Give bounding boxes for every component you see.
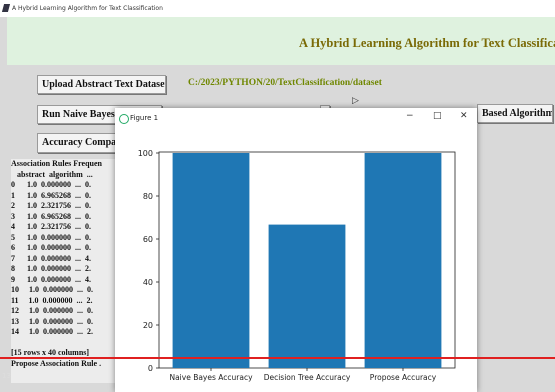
y-tick-label: 40 (143, 278, 153, 287)
output-line: 10 1.0 0.000000 ... 0. (11, 285, 93, 294)
mouse-cursor-icon: ▷ (352, 96, 359, 106)
accuracy-bar-chart: 0 20 40 60 80 100 Naive Bayes Accuracy Decision… (138, 149, 456, 382)
maximize-icon[interactable]: □ (433, 111, 442, 121)
y-tick-label: 60 (143, 235, 153, 244)
association-rule-button[interactable]: Based Algorithm (477, 104, 553, 123)
output-line: 0 1.0 0.000000 ... 0. (11, 180, 91, 189)
close-icon[interactable]: ✕ (460, 111, 468, 121)
dataset-path-label: C:/2023/PYTHON/20/TextClassification/dat… (188, 78, 382, 88)
accuracy-comparison-button[interactable]: Accuracy Compar (37, 133, 123, 153)
bar (364, 153, 442, 368)
feather-icon (1, 4, 11, 12)
output-text-area[interactable]: Association Rules Frequen abstract algor… (11, 159, 119, 383)
output-line: 7 1.0 0.000000 ... 4. (11, 253, 91, 263)
bar (268, 224, 346, 368)
output-line: 8 1.0 0.000000 ... 2. (11, 264, 91, 273)
header-banner: A Hybrid Learning Algorithm for Text Cla… (7, 17, 555, 65)
bar (172, 153, 250, 368)
window-titlebar: A Hybrid Learning Algorithm for Text Cla… (0, 0, 555, 17)
page-title: A Hybrid Learning Algorithm for Text Cla… (299, 36, 555, 50)
output-line: 2 1.0 2.321756 ... 0. (11, 201, 91, 210)
output-line: 4 1.0 2.321756 ... 0. (11, 222, 91, 231)
y-tick-label: 100 (138, 149, 153, 158)
output-line: 3 1.0 6.965268 ... 0. (11, 211, 91, 221)
y-tick-label: 20 (143, 321, 153, 330)
output-line: abstract algorithm ... (11, 169, 93, 179)
upload-dataset-button[interactable]: Upload Abstract Text Dataset (37, 75, 166, 94)
x-tick-label: Propose Accuracy (370, 373, 437, 382)
minimize-icon[interactable]: − (406, 111, 414, 121)
output-line: 13 1.0 0.000000 ... 0. (11, 316, 93, 326)
video-timestamp: 13 (2, 372, 11, 380)
output-line: 11 1.0 0.000000 ... 2. (11, 295, 93, 305)
output-line: 5 1.0 0.000000 ... 0. (11, 232, 91, 242)
output-line: Association Rules Frequen (11, 159, 102, 168)
output-line: Propose Association Rule . (11, 358, 102, 368)
figure-window: Figure 1 − □ ✕ 0 20 40 60 80 100 Naive Bayes A… (115, 108, 477, 392)
output-line: 14 1.0 0.000000 ... 2. (11, 327, 93, 336)
window-title: A Hybrid Learning Algorithm for Text Cla… (12, 5, 163, 12)
output-line: 9 1.0 0.000000 ... 4. (11, 274, 91, 284)
y-tick-label: 0 (148, 364, 153, 373)
x-tick-label: Naive Bayes Accuracy (169, 373, 253, 382)
output-line: 1 1.0 6.965268 ... 0. (11, 190, 91, 200)
matplotlib-icon (119, 114, 129, 124)
video-progress-bar[interactable] (0, 357, 555, 359)
figure-titlebar: Figure 1 − □ ✕ (115, 108, 477, 130)
figure-title: Figure 1 (130, 114, 159, 122)
output-line: 12 1.0 0.000000 ... 0. (11, 306, 93, 315)
x-tick-label: Decision Tree Accuracy (264, 373, 351, 382)
output-line: 6 1.0 0.000000 ... 0. (11, 243, 91, 252)
y-tick-label: 80 (143, 192, 153, 201)
